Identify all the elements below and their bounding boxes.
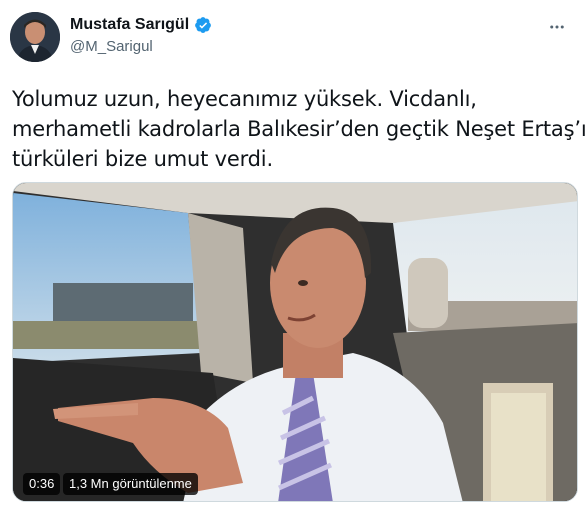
- tweet-text-line: merhametli kadrolarla Balıkesir’den geçt…: [12, 117, 588, 141]
- tweet-text-line: Yolumuz uzun, heyecanımız yüksek. Vicdan…: [12, 87, 477, 111]
- name-row: Mustafa Sarıgül: [70, 16, 212, 34]
- display-name[interactable]: Mustafa Sarıgül: [70, 16, 189, 34]
- tweet-card[interactable]: Mustafa Sarıgül @M_Sarigul Yolumuz uzun,…: [0, 0, 588, 506]
- profile-photo-icon: [10, 12, 60, 62]
- video-frame: [13, 183, 577, 501]
- handle[interactable]: @M_Sarigul: [70, 38, 153, 55]
- verified-badge-icon: [194, 16, 212, 34]
- view-count: 1,3 Mn görüntülenme: [63, 473, 198, 495]
- tweet-text-line: türküleri bize umut verdi.: [12, 147, 273, 171]
- tweet-text: Yolumuz uzun, heyecanımız yüksek. Vicdan…: [12, 84, 588, 174]
- more-icon[interactable]: [544, 14, 570, 40]
- video-player[interactable]: 0:36 1,3 Mn görüntülenme: [12, 182, 578, 502]
- tweet-header: Mustafa Sarıgül @M_Sarigul: [10, 12, 570, 64]
- video-duration: 0:36: [23, 473, 61, 495]
- avatar[interactable]: [10, 12, 60, 62]
